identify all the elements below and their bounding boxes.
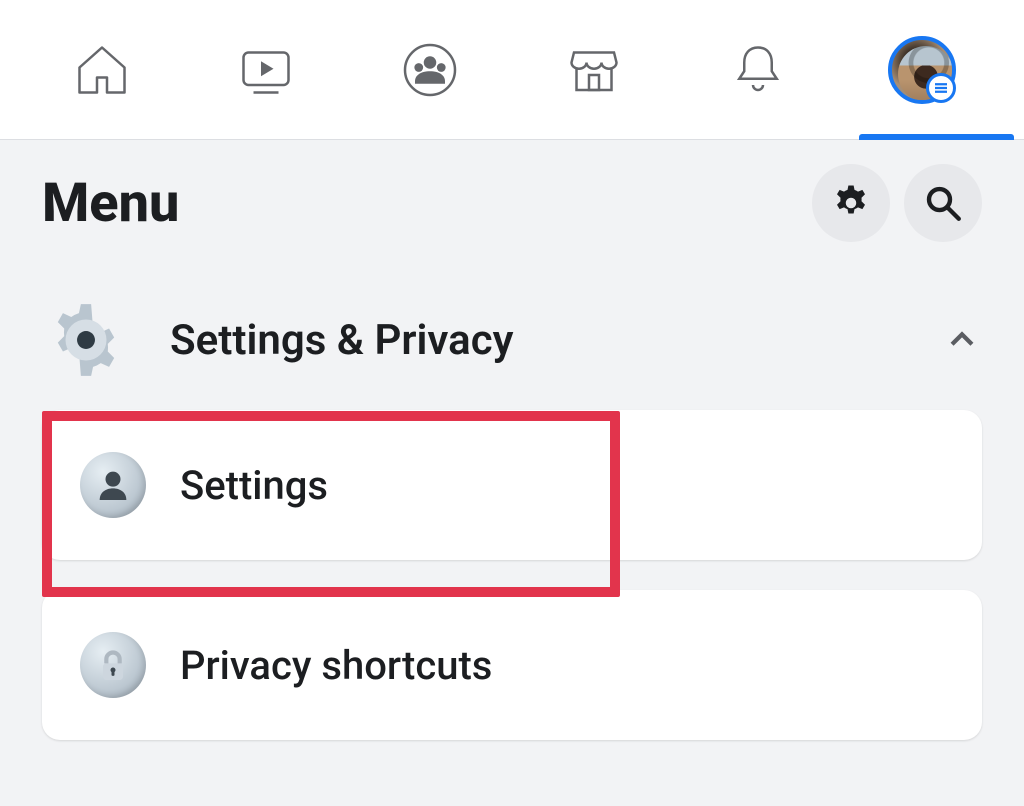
section-title: Settings & Privacy: [170, 316, 942, 365]
gear-icon: [830, 182, 872, 224]
person-icon: [80, 452, 146, 518]
hamburger-icon: [932, 79, 950, 97]
menu-item-label: Privacy shortcuts: [180, 642, 492, 689]
active-tab-underline: [859, 134, 1014, 140]
gear-icon: [45, 299, 127, 381]
section-items: Settings Privacy shortcuts: [0, 410, 1024, 740]
top-nav: [0, 0, 1024, 140]
header-settings-button[interactable]: [812, 164, 890, 242]
section-gear-icon-wrap: [42, 296, 130, 384]
video-icon: [236, 40, 296, 100]
lock-icon: [80, 632, 146, 698]
nav-notifications[interactable]: [721, 32, 796, 107]
header-search-button[interactable]: [904, 164, 982, 242]
page-title: Menu: [42, 172, 798, 235]
nav-home[interactable]: [65, 32, 140, 107]
nav-marketplace[interactable]: [557, 32, 632, 107]
bell-icon: [728, 40, 788, 100]
nav-groups[interactable]: [393, 32, 468, 107]
menu-header: Menu: [0, 140, 1024, 254]
menu-badge: [926, 73, 956, 103]
menu-item-label: Settings: [180, 462, 328, 509]
groups-icon: [400, 40, 460, 100]
section-settings-privacy[interactable]: Settings & Privacy: [0, 254, 1024, 410]
chevron-up-icon: [942, 320, 982, 360]
search-icon: [922, 182, 964, 224]
menu-item-privacy-shortcuts[interactable]: Privacy shortcuts: [42, 590, 982, 740]
avatar-wrap: [885, 32, 960, 107]
nav-videos[interactable]: [229, 32, 304, 107]
nav-menu[interactable]: [885, 32, 960, 107]
marketplace-icon: [564, 40, 624, 100]
home-icon: [72, 40, 132, 100]
menu-item-settings[interactable]: Settings: [42, 410, 982, 560]
